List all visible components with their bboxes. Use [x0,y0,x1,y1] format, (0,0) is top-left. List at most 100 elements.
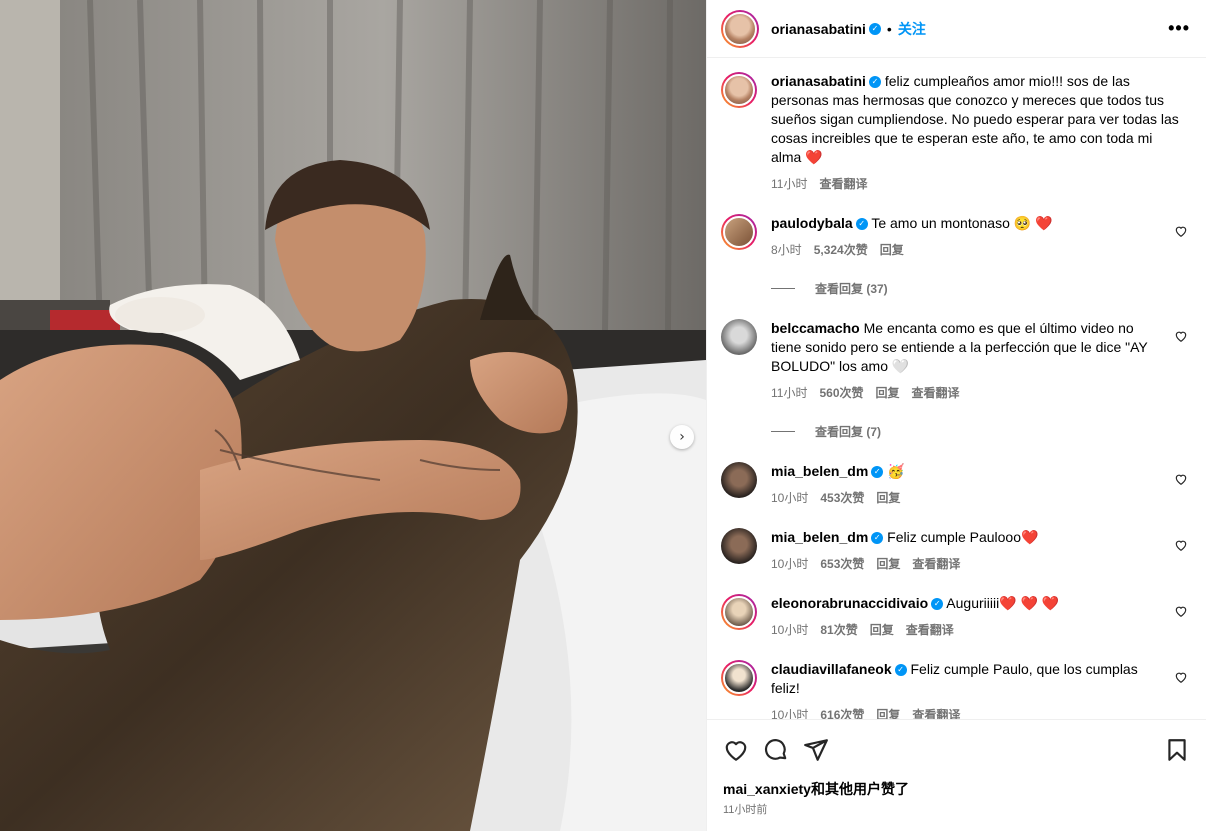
post-header: orianasabatini ✓ • 关注 ••• [707,0,1206,58]
share-paper-plane-icon[interactable] [803,737,829,763]
post-panel: orianasabatini ✓ • 关注 ••• orianasabatini… [706,0,1206,831]
comment-meta: 10小时 81次赞 回复 查看翻译 [771,621,1162,638]
caption-body: orianasabatini ✓ feliz cumpleaños amor mi… [771,72,1190,192]
caption-username[interactable]: orianasabatini [771,73,866,89]
comment-item: belccamacho Me encanta como es que el úl… [721,319,1190,401]
comment-bubble-icon[interactable] [763,737,789,763]
like-comment-heart-icon[interactable] [1174,604,1188,618]
verified-badge-icon: ✓ [871,466,884,479]
view-replies-label: 查看回复 (7) [815,425,882,439]
reply-button[interactable]: 回复 [870,621,894,638]
reply-button[interactable]: 回复 [880,241,904,258]
comment-text: paulodybala ✓ Te amo un montonaso 🥺 ❤️ [771,214,1162,233]
comment-username[interactable]: claudiavillafaneok [771,661,892,677]
comment-meta: 10小时 616次赞 回复 查看翻译 [771,706,1162,719]
view-replies-button[interactable]: 查看回复 (37) [771,280,1190,297]
comment-likes[interactable]: 653次赞 [820,555,864,572]
caption-translate-link[interactable]: 查看翻译 [819,175,867,192]
comment-text: eleonorabrunaccidivaio ✓ Auguriiiii❤️ ❤️ … [771,594,1162,613]
caption-text: orianasabatini ✓ feliz cumpleaños amor mi… [771,72,1186,167]
instagram-post-view: › orianasabatini ✓ • 关注 ••• orianasabati… [0,0,1206,831]
reply-button[interactable]: 回复 [876,489,900,506]
comment-likes[interactable]: 616次赞 [820,706,864,719]
comment-content: 🥳 [887,463,905,479]
save-bookmark-icon[interactable] [1164,737,1190,763]
comment-time: 10小时 [771,491,809,505]
comment-avatar[interactable] [721,660,757,696]
comment-time: 10小时 [771,557,809,571]
comment-avatar[interactable] [721,214,757,250]
translate-link[interactable]: 查看翻译 [912,384,960,401]
comment-username[interactable]: paulodybala [771,215,853,231]
comment-avatar[interactable] [721,462,757,498]
comment-username[interactable]: mia_belen_dm [771,463,868,479]
post-actions [707,719,1206,779]
translate-link[interactable]: 查看翻译 [912,706,960,719]
comment-body: mia_belen_dm ✓ 🥳 10小时 453次赞 回复 [771,462,1190,506]
comment-avatar[interactable] [721,319,757,355]
verified-badge-icon: ✓ [931,598,944,611]
comment-item: paulodybala ✓ Te amo un montonaso 🥺 ❤️ 8小… [721,214,1190,258]
comment-time: 11小时 [771,386,808,400]
like-comment-heart-icon[interactable] [1174,670,1188,684]
comment-meta: 11小时 560次赞 回复 查看翻译 [771,384,1162,401]
reply-button[interactable]: 回复 [876,555,900,572]
comment-item: claudiavillafaneok ✓ Feliz cumple Paulo, … [721,660,1190,719]
next-photo-button[interactable]: › [670,425,694,449]
caption-avatar[interactable] [721,72,757,108]
replies-divider [771,288,795,289]
comment-body: claudiavillafaneok ✓ Feliz cumple Paulo, … [771,660,1190,719]
author-username[interactable]: orianasabatini [771,21,866,37]
liked-by-text[interactable]: mai_xanxiety和其他用户赞了 [707,779,1206,799]
photo-illustration [0,0,706,831]
like-comment-heart-icon[interactable] [1174,329,1188,343]
comment-username[interactable]: eleonorabrunaccidivaio [771,595,928,611]
author-avatar[interactable] [721,9,759,48]
reply-button[interactable]: 回复 [876,384,900,401]
translate-link[interactable]: 查看翻译 [912,555,960,572]
comment-body: belccamacho Me encanta como es que el úl… [771,319,1190,401]
verified-badge-icon: ✓ [894,664,907,677]
view-replies-button[interactable]: 查看回复 (7) [771,423,1190,440]
comment-body: eleonorabrunaccidivaio ✓ Auguriiiii❤️ ❤️ … [771,594,1190,638]
comment-avatar[interactable] [721,528,757,564]
comments-list[interactable]: orianasabatini ✓ feliz cumpleaños amor mi… [707,58,1206,719]
like-comment-heart-icon[interactable] [1174,538,1188,552]
more-options-icon[interactable]: ••• [1168,18,1190,39]
comment-time: 10小时 [771,623,809,637]
comment-item: mia_belen_dm ✓ 🥳 10小时 453次赞 回复 [721,462,1190,506]
comment-likes[interactable]: 453次赞 [820,489,864,506]
comment-content: Feliz cumple Paulooo❤️ [887,529,1039,545]
comment-likes[interactable]: 5,324次赞 [814,241,868,258]
comment-content: Auguriiiii❤️ ❤️ ❤️ [946,595,1060,611]
reply-button[interactable]: 回复 [876,706,900,719]
comment-likes[interactable]: 81次赞 [820,621,857,638]
view-replies-label: 查看回复 (37) [815,282,888,296]
comment-text: mia_belen_dm ✓ Feliz cumple Paulooo❤️ [771,528,1162,547]
like-comment-heart-icon[interactable] [1174,472,1188,486]
comment-time: 8小时 [771,243,802,257]
like-heart-icon[interactable] [723,737,749,763]
replies-divider [771,431,795,432]
comment-time: 10小时 [771,708,809,719]
comment-text: mia_belen_dm ✓ 🥳 [771,462,1162,481]
post-photo[interactable]: › [0,0,706,831]
comment-content: Te amo un montonaso 🥺 ❤️ [871,215,1053,231]
comment-avatar[interactable] [721,594,757,630]
caption-time: 11小时 [771,177,808,191]
comment-text: belccamacho Me encanta como es que el úl… [771,319,1162,376]
comment-meta: 8小时 5,324次赞 回复 [771,241,1162,258]
translate-link[interactable]: 查看翻译 [906,621,954,638]
comment-item: eleonorabrunaccidivaio ✓ Auguriiiii❤️ ❤️ … [721,594,1190,638]
verified-badge-icon: ✓ [855,218,868,231]
comment-text: claudiavillafaneok ✓ Feliz cumple Paulo, … [771,660,1162,698]
comment-username[interactable]: belccamacho [771,320,860,336]
comment-meta: 10小时 453次赞 回复 [771,489,1162,506]
like-comment-heart-icon[interactable] [1174,224,1188,238]
comment-username[interactable]: mia_belen_dm [771,529,868,545]
comment-likes[interactable]: 560次赞 [819,384,863,401]
follow-button[interactable]: 关注 [898,19,926,39]
separator-dot: • [886,20,892,37]
comment-body: mia_belen_dm ✓ Feliz cumple Paulooo❤️ 10小… [771,528,1190,572]
comment-body: paulodybala ✓ Te amo un montonaso 🥺 ❤️ 8小… [771,214,1190,258]
